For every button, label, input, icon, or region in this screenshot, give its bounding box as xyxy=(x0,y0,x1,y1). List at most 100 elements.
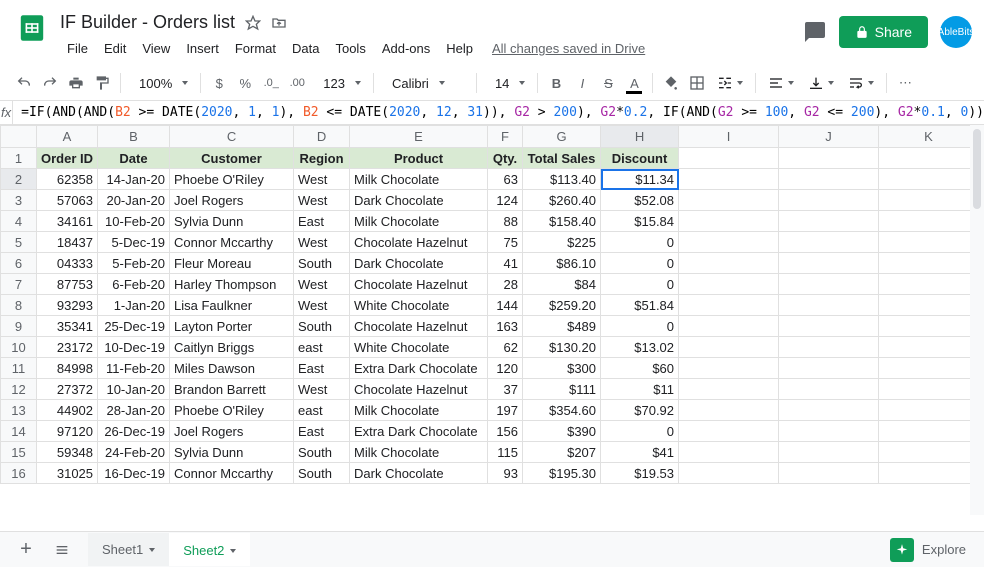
cell-D13[interactable]: east xyxy=(294,400,350,421)
cell-H11[interactable]: $60 xyxy=(601,358,679,379)
header-cell[interactable]: Product xyxy=(350,148,488,169)
col-header-C[interactable]: C xyxy=(170,126,294,148)
cell-K4[interactable] xyxy=(879,211,979,232)
cell-B3[interactable]: 20-Jan-20 xyxy=(98,190,170,211)
row-header-4[interactable]: 4 xyxy=(1,211,37,232)
merge-cells-button[interactable] xyxy=(711,75,749,91)
cell-F15[interactable]: 115 xyxy=(488,442,523,463)
cell-A15[interactable]: 59348 xyxy=(37,442,98,463)
cell-K5[interactable] xyxy=(879,232,979,253)
cell-B8[interactable]: 1-Jan-20 xyxy=(98,295,170,316)
cell-F10[interactable]: 62 xyxy=(488,337,523,358)
row-header-9[interactable]: 9 xyxy=(1,316,37,337)
cell-I10[interactable] xyxy=(679,337,779,358)
cell-A9[interactable]: 35341 xyxy=(37,316,98,337)
cell-A7[interactable]: 87753 xyxy=(37,274,98,295)
cell-J11[interactable] xyxy=(779,358,879,379)
cell-E6[interactable]: Dark Chocolate xyxy=(350,253,488,274)
cell-H8[interactable]: $51.84 xyxy=(601,295,679,316)
cell-A11[interactable]: 84998 xyxy=(37,358,98,379)
menu-add-ons[interactable]: Add-ons xyxy=(375,37,437,60)
cell-C2[interactable]: Phoebe O'Riley xyxy=(170,169,294,190)
cell-A2[interactable]: 62358 xyxy=(37,169,98,190)
cell-I9[interactable] xyxy=(679,316,779,337)
cell-E5[interactable]: Chocolate Hazelnut xyxy=(350,232,488,253)
cell-H6[interactable]: 0 xyxy=(601,253,679,274)
header-cell[interactable]: Customer xyxy=(170,148,294,169)
cell-B13[interactable]: 28-Jan-20 xyxy=(98,400,170,421)
row-header-11[interactable]: 11 xyxy=(1,358,37,379)
cell-G14[interactable]: $390 xyxy=(523,421,601,442)
cell-I2[interactable] xyxy=(679,169,779,190)
col-header-F[interactable]: F xyxy=(488,126,523,148)
bold-button[interactable]: B xyxy=(544,70,568,96)
sheet-tab-sheet2[interactable]: Sheet2 xyxy=(169,533,250,566)
cell-G12[interactable]: $111 xyxy=(523,379,601,400)
document-title[interactable]: IF Builder - Orders list xyxy=(60,12,235,33)
menu-data[interactable]: Data xyxy=(285,37,326,60)
undo-button[interactable] xyxy=(12,70,36,96)
col-header-A[interactable]: A xyxy=(37,126,98,148)
cell-D15[interactable]: South xyxy=(294,442,350,463)
decrease-decimal-button[interactable]: .0_ xyxy=(259,70,283,96)
sheet-tab-sheet1[interactable]: Sheet1 xyxy=(88,533,169,566)
cell-G5[interactable]: $225 xyxy=(523,232,601,253)
cell-D16[interactable]: South xyxy=(294,463,350,484)
cell-E7[interactable]: Chocolate Hazelnut xyxy=(350,274,488,295)
cell[interactable] xyxy=(679,148,779,169)
cell-G13[interactable]: $354.60 xyxy=(523,400,601,421)
cell-F3[interactable]: 124 xyxy=(488,190,523,211)
col-header-B[interactable]: B xyxy=(98,126,170,148)
cell-G2[interactable]: $113.40 xyxy=(523,169,601,190)
cell-K2[interactable] xyxy=(879,169,979,190)
cell-E2[interactable]: Milk Chocolate xyxy=(350,169,488,190)
cell-K7[interactable] xyxy=(879,274,979,295)
cell-J2[interactable] xyxy=(779,169,879,190)
cell-G11[interactable]: $300 xyxy=(523,358,601,379)
cell-A13[interactable]: 44902 xyxy=(37,400,98,421)
cell-D10[interactable]: east xyxy=(294,337,350,358)
cell-G6[interactable]: $86.10 xyxy=(523,253,601,274)
cell-F5[interactable]: 75 xyxy=(488,232,523,253)
row-header-2[interactable]: 2 xyxy=(1,169,37,190)
cell-F13[interactable]: 197 xyxy=(488,400,523,421)
cell-D3[interactable]: West xyxy=(294,190,350,211)
cell-C8[interactable]: Lisa Faulkner xyxy=(170,295,294,316)
cell-A6[interactable]: 04333 xyxy=(37,253,98,274)
cell-A4[interactable]: 34161 xyxy=(37,211,98,232)
text-color-button[interactable]: A xyxy=(622,70,646,96)
cell-J14[interactable] xyxy=(779,421,879,442)
vertical-align-button[interactable] xyxy=(802,75,840,91)
row-header-8[interactable]: 8 xyxy=(1,295,37,316)
font-size-select[interactable]: 14 xyxy=(483,76,531,91)
star-icon[interactable] xyxy=(245,15,261,31)
cell-C14[interactable]: Joel Rogers xyxy=(170,421,294,442)
cell-K9[interactable] xyxy=(879,316,979,337)
cell-C9[interactable]: Layton Porter xyxy=(170,316,294,337)
cell-I11[interactable] xyxy=(679,358,779,379)
cell-H10[interactable]: $13.02 xyxy=(601,337,679,358)
row-header-13[interactable]: 13 xyxy=(1,400,37,421)
cell-K6[interactable] xyxy=(879,253,979,274)
row-header-10[interactable]: 10 xyxy=(1,337,37,358)
increase-decimal-button[interactable]: .00 xyxy=(285,70,309,96)
strikethrough-button[interactable]: S xyxy=(596,70,620,96)
sheets-logo[interactable] xyxy=(12,8,52,48)
cell-C15[interactable]: Sylvia Dunn xyxy=(170,442,294,463)
cell-F16[interactable]: 93 xyxy=(488,463,523,484)
redo-button[interactable] xyxy=(38,70,62,96)
italic-button[interactable]: I xyxy=(570,70,594,96)
cell-K3[interactable] xyxy=(879,190,979,211)
menu-format[interactable]: Format xyxy=(228,37,283,60)
cell-J13[interactable] xyxy=(779,400,879,421)
more-toolbar-button[interactable]: ⋯ xyxy=(893,70,917,96)
cell-D6[interactable]: South xyxy=(294,253,350,274)
cell-G9[interactable]: $489 xyxy=(523,316,601,337)
cell-A8[interactable]: 93293 xyxy=(37,295,98,316)
cell-I6[interactable] xyxy=(679,253,779,274)
cell-I16[interactable] xyxy=(679,463,779,484)
row-header-3[interactable]: 3 xyxy=(1,190,37,211)
menu-help[interactable]: Help xyxy=(439,37,480,60)
cell-E10[interactable]: White Chocolate xyxy=(350,337,488,358)
cell-A10[interactable]: 23172 xyxy=(37,337,98,358)
